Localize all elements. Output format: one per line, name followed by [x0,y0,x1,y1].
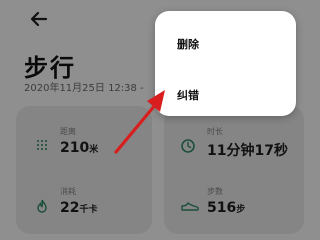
distance-unit: 米 [89,145,99,155]
back-button[interactable] [26,8,52,30]
distance-icon [34,138,50,154]
page-title: 步行 [24,54,76,82]
clock-icon [180,138,196,154]
calories-value: 22千卡 [60,200,98,216]
distance-value: 210米 [60,140,98,156]
steps-unit: 步 [236,205,246,215]
more-options-menu: 删除 纠错 [155,11,296,116]
steps-number: 516 [207,200,237,216]
distance-label: 距离 [60,127,76,136]
correct-menu-item[interactable]: 纠错 [177,87,199,103]
steps-label: 步数 [207,187,223,196]
calories-unit: 千卡 [79,205,98,215]
distance-number: 210 [60,140,90,156]
flame-icon [34,198,50,214]
duration-value: 11分钟17秒 [207,143,288,159]
steps-value: 516步 [207,200,245,216]
calories-label: 消耗 [60,187,76,196]
shoe-icon [180,198,200,214]
calories-number: 22 [60,200,80,216]
delete-menu-item[interactable]: 删除 [177,36,199,52]
duration-label: 时长 [207,127,223,136]
record-date: 2020年11月25日 12:38 - [24,83,144,94]
back-arrow-icon [30,11,48,27]
